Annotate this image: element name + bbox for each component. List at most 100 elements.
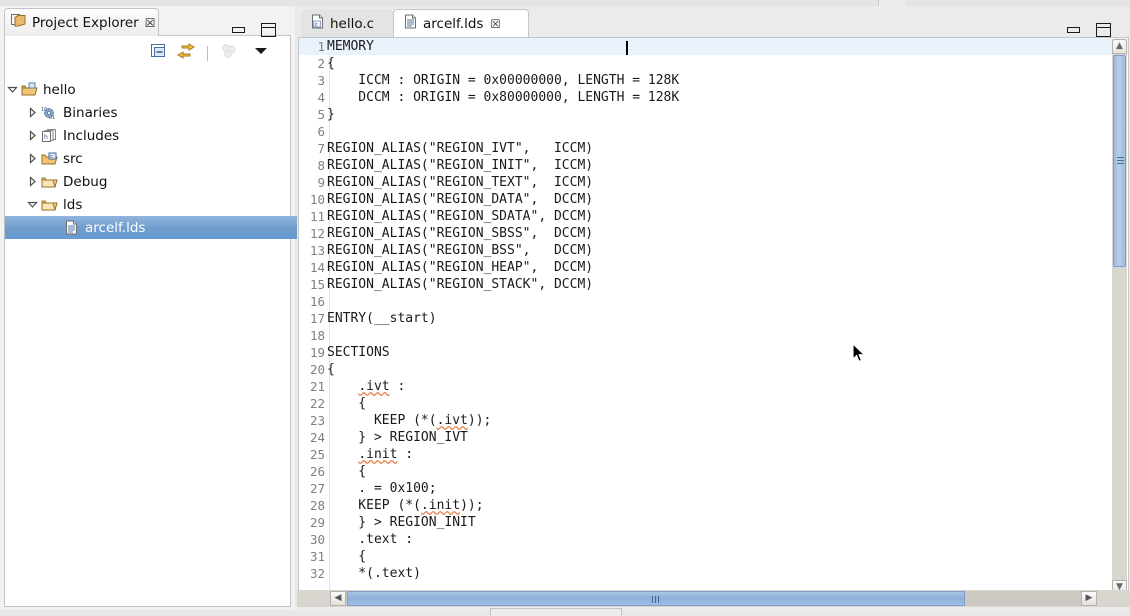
line-number: 15 bbox=[309, 277, 325, 292]
code-line[interactable]: 21 .ivt : bbox=[299, 378, 1128, 395]
editor-text-body[interactable]: 1 MEMORY 2{3 ICCM : ORIGIN = 0x00000000, L… bbox=[298, 37, 1129, 595]
maximize-button[interactable] bbox=[261, 23, 276, 37]
eclipse-ide-window: Project Explorer ☒ hello 10 01 Binaries … bbox=[0, 0, 1130, 616]
code-text: REGION_ALIAS("REGION_IVT", ICCM) bbox=[327, 141, 594, 156]
editor-tab-arcelf-lds[interactable]: arcelf.lds ☒ bbox=[393, 9, 529, 38]
line-number: 28 bbox=[309, 498, 325, 513]
view-menu-icon[interactable] bbox=[253, 45, 269, 61]
svg-text:c: c bbox=[50, 154, 53, 160]
line-number: 24 bbox=[309, 430, 325, 445]
code-line[interactable]: 8 REGION_ALIAS("REGION_INIT", ICCM) bbox=[299, 157, 1128, 174]
code-line[interactable]: 12 REGION_ALIAS("REGION_SBSS", DCCM) bbox=[299, 225, 1128, 242]
scroll-up-button[interactable]: ▲ bbox=[1112, 39, 1127, 54]
scroll-right-button[interactable]: ▶ bbox=[1081, 591, 1097, 606]
line-number: 10 bbox=[309, 192, 325, 207]
line-number: 19 bbox=[309, 345, 325, 360]
code-line[interactable]: 17 ENTRY(__start) bbox=[299, 310, 1128, 327]
editor-vertical-scrollbar[interactable]: ▲ ▼ bbox=[1112, 39, 1127, 594]
svg-text:h: h bbox=[44, 134, 48, 141]
code-line[interactable]: 30 .text : bbox=[299, 531, 1128, 548]
code-line[interactable]: 20{ bbox=[299, 361, 1128, 378]
code-line[interactable]: 31 { bbox=[299, 548, 1128, 565]
code-line[interactable]: 22 { bbox=[299, 395, 1128, 412]
scroll-left-button[interactable]: ◀ bbox=[330, 591, 346, 606]
link-with-editor-icon[interactable] bbox=[177, 43, 195, 63]
chevron-down-icon[interactable] bbox=[7, 84, 18, 95]
code-line[interactable]: 27 . = 0x100; bbox=[299, 480, 1128, 497]
code-line[interactable]: 3 ICCM : ORIGIN = 0x00000000, LENGTH = 1… bbox=[299, 72, 1128, 89]
project-folder-icon bbox=[21, 82, 38, 98]
code-line[interactable]: 25 .init : bbox=[299, 446, 1128, 463]
line-number: 5 bbox=[317, 107, 325, 122]
code-line[interactable]: 2{ bbox=[299, 55, 1128, 72]
code-line[interactable]: 10 REGION_ALIAS("REGION_DATA", DCCM) bbox=[299, 191, 1128, 208]
code-line[interactable]: 7 REGION_ALIAS("REGION_IVT", ICCM) bbox=[299, 140, 1128, 157]
focus-on-active-task-icon[interactable] bbox=[220, 43, 237, 63]
line-number: 3 bbox=[317, 73, 325, 88]
folder-icon bbox=[41, 174, 58, 190]
chevron-right-icon[interactable] bbox=[27, 130, 38, 141]
code-line[interactable]: 29 } > REGION_INIT bbox=[299, 514, 1128, 531]
code-text: REGION_ALIAS("REGION_DATA", DCCM) bbox=[327, 192, 594, 207]
minimize-button[interactable] bbox=[1067, 27, 1080, 33]
code-line[interactable]: 5} bbox=[299, 106, 1128, 123]
code-line[interactable]: 1 MEMORY bbox=[299, 38, 1128, 55]
editor-tab-label: arcelf.lds bbox=[423, 15, 484, 32]
code-text: .text : bbox=[327, 532, 414, 547]
source-code-text[interactable]: 1 MEMORY 2{3 ICCM : ORIGIN = 0x00000000, L… bbox=[299, 38, 1128, 594]
chevron-down-icon[interactable] bbox=[27, 199, 38, 210]
code-line[interactable]: 15 REGION_ALIAS("REGION_STACK", DCCM) bbox=[299, 276, 1128, 293]
chevron-right-icon[interactable] bbox=[27, 107, 38, 118]
project-explorer-tab[interactable]: Project Explorer ☒ bbox=[4, 8, 159, 36]
vertical-scrollbar-thumb[interactable] bbox=[1113, 55, 1126, 267]
line-number: 30 bbox=[309, 532, 325, 547]
code-line[interactable]: 11 REGION_ALIAS("REGION_SDATA", DCCM) bbox=[299, 208, 1128, 225]
line-number: 27 bbox=[309, 481, 325, 496]
editor-tab-hello-c[interactable]: c hello.c bbox=[301, 9, 393, 38]
folder-icon bbox=[41, 197, 58, 213]
code-line[interactable]: 4 DCCM : ORIGIN = 0x80000000, LENGTH = 1… bbox=[299, 89, 1128, 106]
tree-item-label: Debug bbox=[63, 173, 108, 190]
chevron-right-icon[interactable] bbox=[27, 153, 38, 164]
svg-text:c: c bbox=[315, 22, 318, 28]
tree-item-label: src bbox=[63, 150, 83, 167]
editor-window-buttons bbox=[1067, 23, 1111, 37]
code-line[interactable]: 16 bbox=[299, 293, 1128, 310]
code-line[interactable]: 18 bbox=[299, 327, 1128, 344]
tree-item-lds[interactable]: lds bbox=[5, 193, 290, 216]
code-line[interactable]: 23 KEEP (*(.ivt)); bbox=[299, 412, 1128, 429]
line-number: 7 bbox=[317, 141, 325, 156]
code-line[interactable]: 13 REGION_ALIAS("REGION_BSS", DCCM) bbox=[299, 242, 1128, 259]
code-text: .ivt : bbox=[358, 379, 406, 394]
tree-item-binaries[interactable]: 10 01 Binaries bbox=[5, 101, 290, 124]
code-line[interactable]: 24 } > REGION_IVT bbox=[299, 429, 1128, 446]
code-line[interactable]: 26 { bbox=[299, 463, 1128, 480]
code-line[interactable]: 28 KEEP (*(.init)); bbox=[299, 497, 1128, 514]
tree-item-src[interactable]: c src bbox=[5, 147, 290, 170]
code-text: { bbox=[327, 362, 335, 377]
code-line[interactable]: 32 *(.text) bbox=[299, 565, 1128, 582]
chevron-right-icon[interactable] bbox=[27, 176, 38, 187]
close-icon[interactable]: ☒ bbox=[145, 16, 156, 30]
source-folder-icon: c bbox=[41, 151, 58, 167]
line-number: 32 bbox=[309, 566, 325, 581]
code-line[interactable]: 19 SECTIONS bbox=[299, 344, 1128, 361]
line-number: 1 bbox=[317, 39, 325, 54]
code-text: REGION_ALIAS("REGION_SDATA", DCCM) bbox=[327, 209, 594, 224]
collapse-all-icon[interactable] bbox=[150, 43, 167, 63]
line-number: 2 bbox=[317, 56, 325, 71]
line-number: 22 bbox=[309, 396, 325, 411]
tree-item-includes[interactable]: h Includes bbox=[5, 124, 290, 147]
horizontal-scrollbar-thumb[interactable] bbox=[347, 591, 965, 606]
code-line[interactable]: 9 REGION_ALIAS("REGION_TEXT", ICCM) bbox=[299, 174, 1128, 191]
tree-item-hello[interactable]: hello bbox=[5, 78, 290, 101]
code-line[interactable]: 14 REGION_ALIAS("REGION_HEAP", DCCM) bbox=[299, 259, 1128, 276]
scrollbar-grip-icon bbox=[652, 596, 661, 603]
tree-item-debug[interactable]: Debug bbox=[5, 170, 290, 193]
close-icon[interactable]: ☒ bbox=[490, 17, 500, 31]
scrollbar-grip-icon bbox=[1117, 157, 1124, 165]
editor-horizontal-scrollbar[interactable]: ◀ ▶ bbox=[297, 590, 1130, 607]
minimize-button[interactable] bbox=[232, 27, 245, 33]
code-line[interactable]: 6 bbox=[299, 123, 1128, 140]
maximize-button[interactable] bbox=[1096, 23, 1111, 37]
